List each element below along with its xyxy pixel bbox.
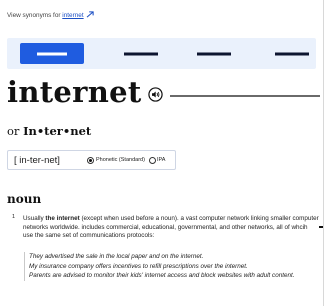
synonyms-prefix: View synonyms for [7, 12, 61, 19]
speaker-icon[interactable] [148, 87, 163, 102]
definition-lead: Usually [23, 215, 44, 222]
dictionary-entry-card: View synonyms for internet internet or I… [0, 0, 324, 306]
radio-phonetic-label[interactable]: Phonetic (Standard) [96, 157, 145, 163]
annotation-line [170, 95, 320, 97]
tab-4[interactable] [262, 38, 322, 69]
radio-ipa-label[interactable]: IPA [157, 157, 165, 163]
definition-bold: the internet [45, 215, 80, 222]
tab-1[interactable] [20, 43, 84, 64]
radio-phonetic[interactable] [87, 157, 94, 164]
variant-spelling: or In•ter•net [7, 124, 91, 138]
tab-1-label-placeholder [37, 52, 67, 55]
part-of-speech: noun [7, 192, 42, 206]
tab-3-label-placeholder [197, 52, 231, 55]
variant-prefix: or [7, 124, 20, 138]
tab-2[interactable] [111, 38, 171, 69]
synonyms-row: View synonyms for internet [7, 11, 95, 19]
pronunciation-text: [ in-ter-net] [14, 155, 60, 166]
definition-number: 1 [12, 214, 16, 220]
example-sentence: My insurance company offers incentives t… [29, 262, 248, 270]
headword: internet [7, 75, 142, 109]
pronunciation-box: [ in-ter-net] Phonetic (Standard) IPA [7, 150, 176, 170]
tab-4-label-placeholder [275, 52, 309, 55]
tab-2-label-placeholder [124, 52, 158, 55]
examples-list: They advertised the sale in the local pa… [24, 252, 322, 282]
arrow-up-right-icon[interactable] [86, 11, 95, 18]
definition-text: Usually the internet (except when used b… [23, 215, 319, 241]
radio-ipa[interactable] [149, 157, 156, 164]
example-sentence: They advertised the sale in the local pa… [29, 253, 204, 260]
annotation-dash [319, 226, 323, 228]
tab-bar [7, 38, 316, 69]
variant-word: In•ter•net [23, 124, 92, 138]
example-sentence: Parents are advised to monitor their kid… [29, 272, 295, 280]
synonyms-link[interactable]: internet [62, 12, 83, 19]
tab-3[interactable] [184, 38, 244, 69]
